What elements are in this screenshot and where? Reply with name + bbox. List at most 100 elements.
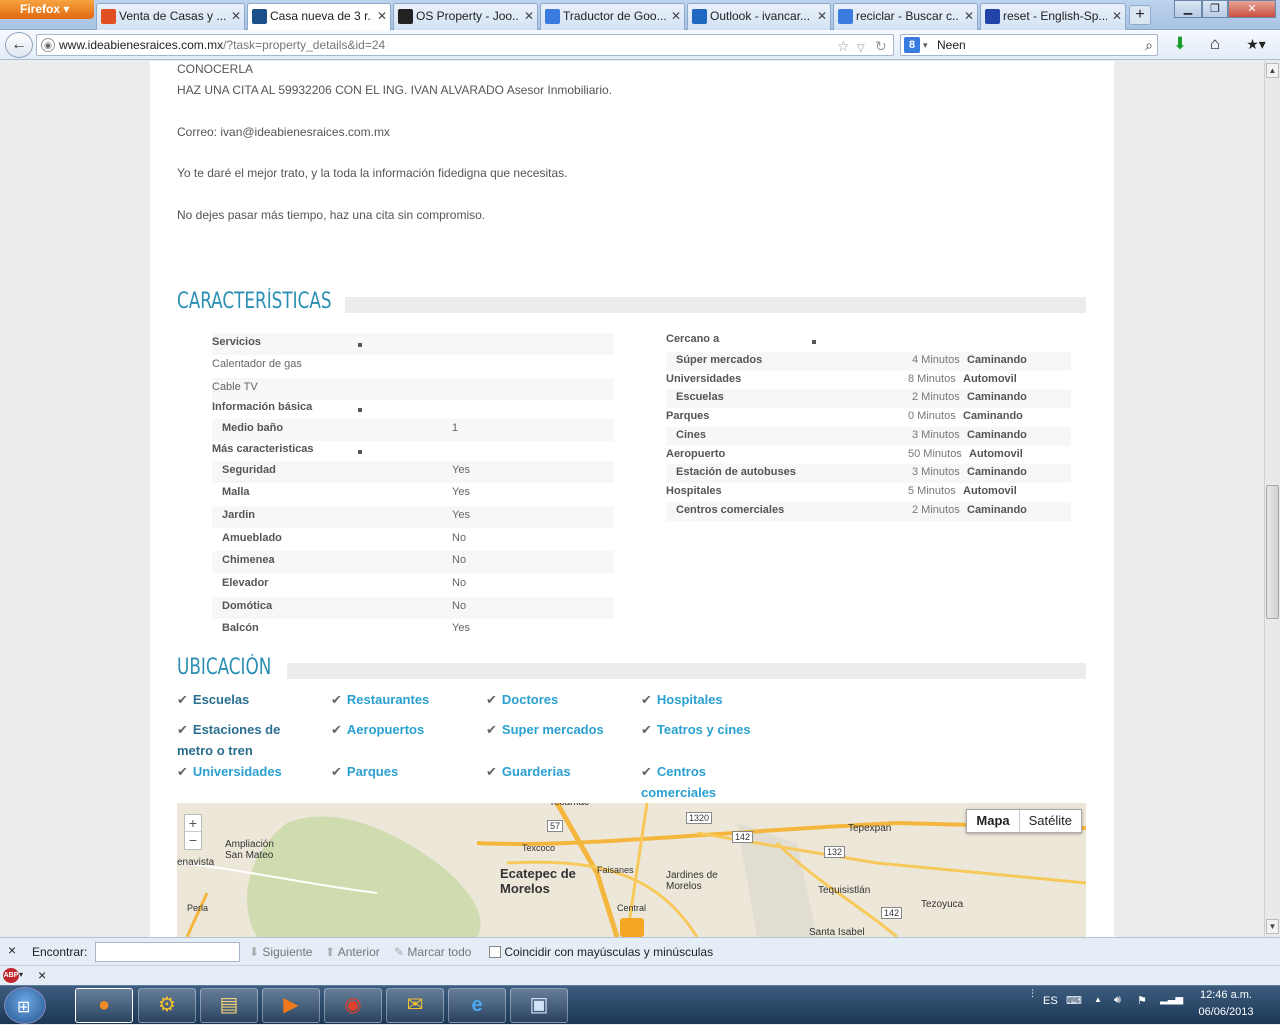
new-tab-button[interactable]: + (1129, 5, 1151, 25)
tab-close-icon[interactable]: ✕ (231, 9, 241, 23)
tab-close-icon[interactable]: ✕ (671, 9, 681, 23)
engine-dropdown-icon[interactable]: ▾ (923, 35, 928, 55)
location-filter-10[interactable]: ✔ Parques (331, 761, 471, 782)
tab-2[interactable]: Casa nueva de 3 r... ✕ (247, 3, 391, 31)
search-input[interactable]: Neen (937, 38, 966, 52)
bookmarks-menu-icon[interactable]: ★▾ (1240, 34, 1272, 54)
find-bar: × Encontrar: ⬇ Siguiente ⬆ Anterior ✎ Ma… (0, 937, 1280, 965)
feature-row: Seguridad Yes (212, 461, 614, 483)
tab-close-icon[interactable]: ✕ (524, 9, 534, 23)
explorer-icon: ▤ (219, 994, 239, 1016)
location-filter-4[interactable]: ✔ Hospitales (641, 689, 781, 710)
language-indicator[interactable]: ES (1043, 995, 1058, 1007)
location-filter-6[interactable]: ✔ Aeropuertos (331, 719, 471, 740)
keyboard-icon[interactable]: ⌨ (1066, 994, 1082, 1007)
intro-line: Yo te daré el mejor trato, y la toda la … (177, 166, 568, 180)
network-icon[interactable]: ▂▃▅ (1160, 994, 1183, 1005)
tab-close-icon[interactable]: ✕ (377, 9, 387, 23)
clock-time[interactable]: 12:46 a.m. (1190, 989, 1262, 1001)
action-center-flag-icon[interactable]: ⚑ (1137, 994, 1147, 1007)
outlook-favicon-icon (692, 9, 707, 24)
reload-icon[interactable]: ↻ (875, 36, 887, 56)
maximize-button[interactable]: ❐ (1202, 0, 1228, 18)
history-dropdown-icon[interactable]: ▽ (857, 39, 865, 59)
tab-1[interactable]: Venta de Casas y ... ✕ (96, 3, 245, 30)
windows-logo-icon: ⊞ (17, 999, 31, 1016)
feature-label: Cable TV (212, 381, 258, 393)
tab-6[interactable]: reciclar - Buscar c... ✕ (833, 3, 978, 30)
scroll-down-button[interactable]: ▼ (1266, 919, 1279, 934)
tab-close-icon[interactable]: ✕ (1112, 9, 1122, 23)
close-window-button[interactable]: ✕ (1228, 0, 1276, 18)
feature-row: Calentador de gas (212, 355, 614, 377)
tab-close-icon[interactable]: ✕ (817, 9, 827, 23)
find-close-button[interactable]: × (8, 942, 16, 958)
taskbar-media-player[interactable]: ▶ (262, 988, 320, 1023)
google-search-engine-icon[interactable]: 8 (904, 37, 920, 53)
location-filter-11[interactable]: ✔ Guarderias (486, 761, 626, 782)
search-icon[interactable]: ⌕ (1145, 35, 1153, 55)
minimize-button[interactable]: ▁ (1174, 0, 1202, 18)
taskbar-remote-desktop[interactable]: ▣ (510, 988, 568, 1023)
taskbar-chrome[interactable]: ◉ (324, 988, 382, 1023)
tab-5[interactable]: Outlook - ivancar... ✕ (687, 3, 831, 30)
tab-close-icon[interactable]: ✕ (964, 9, 974, 23)
start-button[interactable]: ⊞ (4, 987, 46, 1024)
location-filter-8[interactable]: ✔ Teatros y cines (641, 719, 781, 740)
zoom-in-button[interactable]: + (185, 815, 201, 832)
adblock-dropdown-icon[interactable]: ▾ (19, 970, 23, 979)
scroll-thumb[interactable] (1266, 485, 1279, 619)
scroll-up-button[interactable]: ▲ (1266, 63, 1279, 78)
show-hidden-icons-icon[interactable]: ▲ (1094, 995, 1102, 1004)
addon-bar-close-button[interactable]: × (38, 967, 46, 983)
location-filter-2[interactable]: ✔ Restaurantes (331, 689, 471, 710)
back-button[interactable]: ← (5, 32, 33, 58)
location-filter-12[interactable]: ✔ Centros comerciales (641, 761, 781, 803)
feature-row: Jardin Yes (212, 506, 614, 528)
tab-4[interactable]: Traductor de Goo... ✕ (540, 3, 685, 30)
clock-date[interactable]: 06/06/2013 (1190, 1006, 1262, 1018)
map-label: Faisanes (597, 865, 634, 875)
firefox-menu-label: Firefox (20, 2, 61, 16)
tab-7[interactable]: reset - English-Sp... ✕ (980, 3, 1126, 30)
location-filter-label: Aeropuertos (346, 722, 425, 737)
location-filter-9[interactable]: ✔ Universidades (177, 761, 317, 782)
taskbar-outlook[interactable]: ✉ (386, 988, 444, 1023)
location-filter-5[interactable]: ✔ Estaciones de metro o tren (177, 719, 317, 761)
search-bar[interactable]: 8 ▾ Neen ⌕ (900, 34, 1158, 56)
find-next-button[interactable]: ⬇ Siguiente (249, 945, 312, 959)
tab-3[interactable]: OS Property - Joo... ✕ (393, 3, 538, 30)
firefox-menu-button[interactable]: Firefox ▾ (0, 0, 94, 19)
adblock-plus-icon[interactable]: ABP (3, 968, 19, 983)
download-icon[interactable]: ⬇ (1168, 34, 1192, 54)
taskbar-tools[interactable]: ⚙ (138, 988, 196, 1023)
find-input[interactable] (95, 942, 240, 962)
highlight-all-button[interactable]: ✎ Marcar todo (394, 945, 471, 959)
taskbar-internet-explorer[interactable]: e (448, 988, 506, 1023)
site-identity-icon[interactable]: ◉ (41, 38, 55, 52)
property-page: CONOCERLA HAZ UNA CITA AL 59932206 CON E… (150, 61, 1114, 937)
match-case-checkbox[interactable]: Coincidir con mayúsculas y minúsculas (489, 945, 713, 959)
bullet (358, 343, 362, 347)
taskbar-firefox[interactable]: ● (75, 988, 133, 1023)
location-map[interactable]: + − MapaSatélite Tecámac Ampliación San M… (177, 803, 1086, 937)
location-filter-3[interactable]: ✔ Doctores (486, 689, 626, 710)
zoom-out-button[interactable]: − (185, 832, 201, 848)
url-bar[interactable]: ◉ www.ideabienesraices.com.mx/?task=prop… (36, 34, 894, 56)
media-player-icon: ▶ (283, 994, 299, 1016)
google-favicon-icon (838, 9, 853, 24)
home-icon[interactable]: ⌂ (1203, 34, 1227, 54)
checkmark-icon: ✔ (641, 764, 652, 779)
map-label: Texcoco (522, 843, 556, 853)
property-marker-icon[interactable] (620, 918, 644, 937)
map-type-map-button[interactable]: Mapa (967, 810, 1020, 832)
location-filter-1[interactable]: ✔ Escuelas (177, 689, 317, 710)
location-filter-7[interactable]: ✔ Super mercados (486, 719, 626, 740)
vertical-scrollbar[interactable]: ▲ ▼ (1264, 61, 1280, 937)
map-type-satellite-button[interactable]: Satélite (1020, 810, 1081, 832)
volume-icon[interactable]: 🔊︎ (1114, 994, 1121, 1007)
bookmark-star-icon[interactable]: ☆ (837, 36, 850, 56)
find-previous-button[interactable]: ⬆ Anterior (325, 945, 380, 959)
find-label: Encontrar: (32, 945, 88, 959)
taskbar-explorer[interactable]: ▤ (200, 988, 258, 1023)
